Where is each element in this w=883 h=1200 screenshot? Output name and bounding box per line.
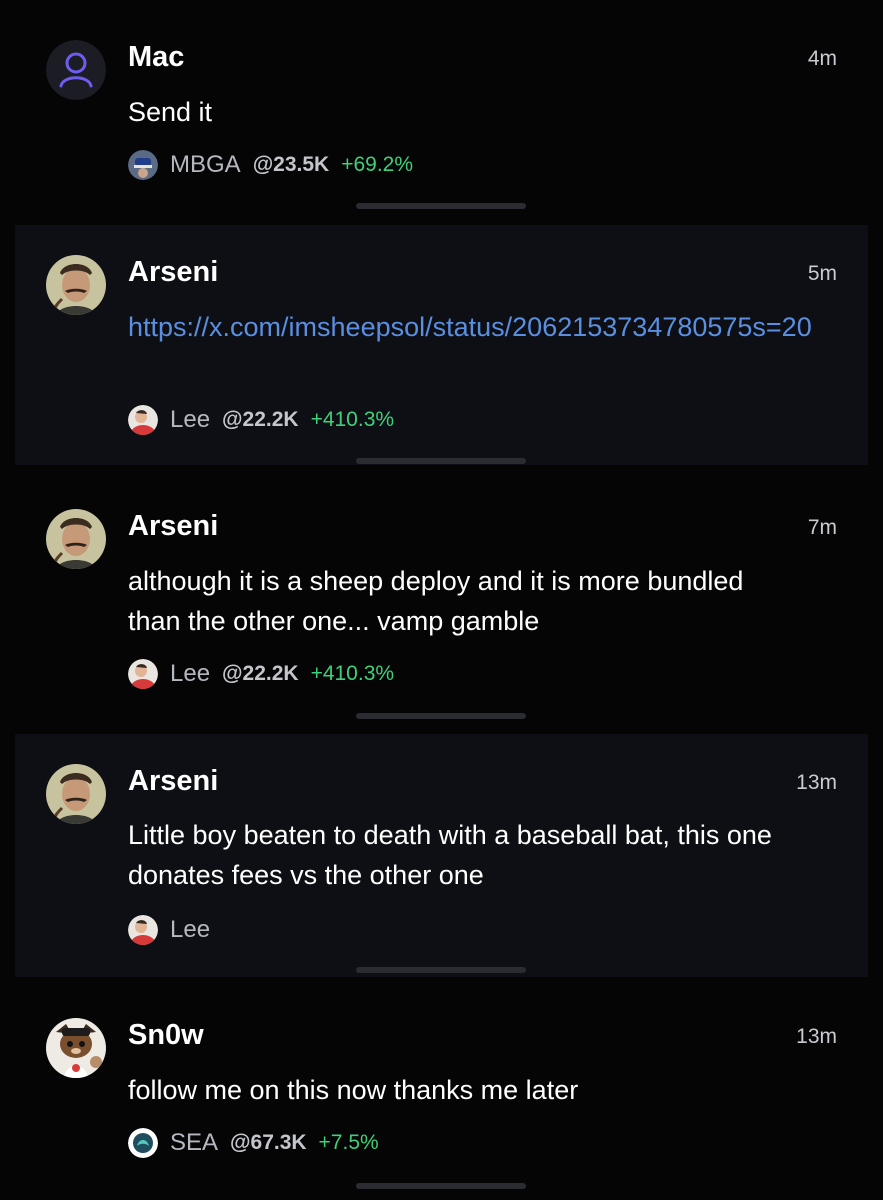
drag-handle xyxy=(356,713,526,719)
token-tag[interactable]: Lee @22.2K +410.3% xyxy=(128,404,394,436)
message-author[interactable]: Arseni xyxy=(128,509,218,543)
mustache-man-avatar-icon[interactable] xyxy=(46,255,106,315)
default-user-icon[interactable] xyxy=(46,40,106,100)
message-timestamp: 13m xyxy=(796,771,837,794)
lee-token-icon xyxy=(128,659,158,689)
mustache-man-avatar-icon[interactable] xyxy=(46,764,106,824)
message-timestamp: 13m xyxy=(796,1025,837,1048)
drag-handle xyxy=(356,967,526,973)
chat-message: Arseni 5m https://x.com/imsheepsol/statu… xyxy=(15,225,868,465)
chat-message: Mac 4m Send it MBGA @23.5K +69.2% xyxy=(0,0,883,222)
message-link[interactable]: https://x.com/imsheepsol/status/20621537… xyxy=(128,307,843,347)
message-text-line: donates fees vs the other one xyxy=(128,860,484,890)
token-market-cap: @67.3K xyxy=(230,1131,307,1154)
token-name: SEA xyxy=(170,1129,219,1156)
message-text: although it is a sheep deploy and it is … xyxy=(128,561,848,641)
sea-token-icon xyxy=(128,1128,158,1158)
message-author[interactable]: Arseni xyxy=(128,255,218,289)
lee-token-icon xyxy=(128,915,158,945)
message-text-line: than the other one... vamp gamble xyxy=(128,606,540,636)
lee-token-icon xyxy=(128,405,158,435)
token-market-cap: @22.2K xyxy=(222,408,299,431)
chat-message: Arseni 7m although it is a sheep deploy … xyxy=(0,467,883,722)
token-tag[interactable]: Lee @22.2K +410.3% xyxy=(128,658,394,690)
token-tag[interactable]: SEA @67.3K +7.5% xyxy=(128,1127,379,1159)
token-change: +410.3% xyxy=(310,408,395,431)
token-change: +69.2% xyxy=(341,153,414,176)
cartoon-dog-avatar-icon[interactable] xyxy=(46,1018,106,1078)
message-author[interactable]: Mac xyxy=(128,40,184,74)
message-timestamp: 4m xyxy=(807,47,837,70)
token-tag[interactable]: Lee xyxy=(128,914,222,946)
message-timestamp: 7m xyxy=(807,516,837,539)
message-timestamp: 5m xyxy=(807,262,837,285)
chat-message: Sn0w 13m follow me on this now thanks me… xyxy=(0,978,883,1200)
message-author[interactable]: Arseni xyxy=(128,764,218,798)
token-market-cap: @23.5K xyxy=(252,153,330,176)
message-text-line: Little boy beaten to death with a baseba… xyxy=(128,820,772,850)
message-author[interactable]: Sn0w xyxy=(128,1018,204,1052)
token-name: Lee xyxy=(170,406,211,433)
token-change: +7.5% xyxy=(318,1131,379,1154)
drag-handle xyxy=(356,1183,526,1189)
mbga-token-icon xyxy=(128,150,158,180)
mustache-man-avatar-icon[interactable] xyxy=(46,509,106,569)
message-text-line: although it is a sheep deploy and it is … xyxy=(128,566,744,596)
message-text: Send it xyxy=(128,97,213,127)
chat-message: Arseni 13m Little boy beaten to death wi… xyxy=(15,734,868,977)
message-text: Little boy beaten to death with a baseba… xyxy=(128,815,848,895)
token-market-cap: @22.2K xyxy=(222,662,299,685)
chat-feed: Mac 4m Send it MBGA @23.5K +69.2% Arseni… xyxy=(0,0,883,1200)
token-tag[interactable]: MBGA @23.5K +69.2% xyxy=(128,149,413,181)
token-name: MBGA xyxy=(170,151,241,178)
token-name: Lee xyxy=(170,660,211,687)
drag-handle xyxy=(356,458,526,464)
message-text: follow me on this now thanks me later xyxy=(128,1075,579,1105)
drag-handle xyxy=(356,203,526,209)
token-change: +410.3% xyxy=(310,662,395,685)
token-name: Lee xyxy=(170,916,211,943)
